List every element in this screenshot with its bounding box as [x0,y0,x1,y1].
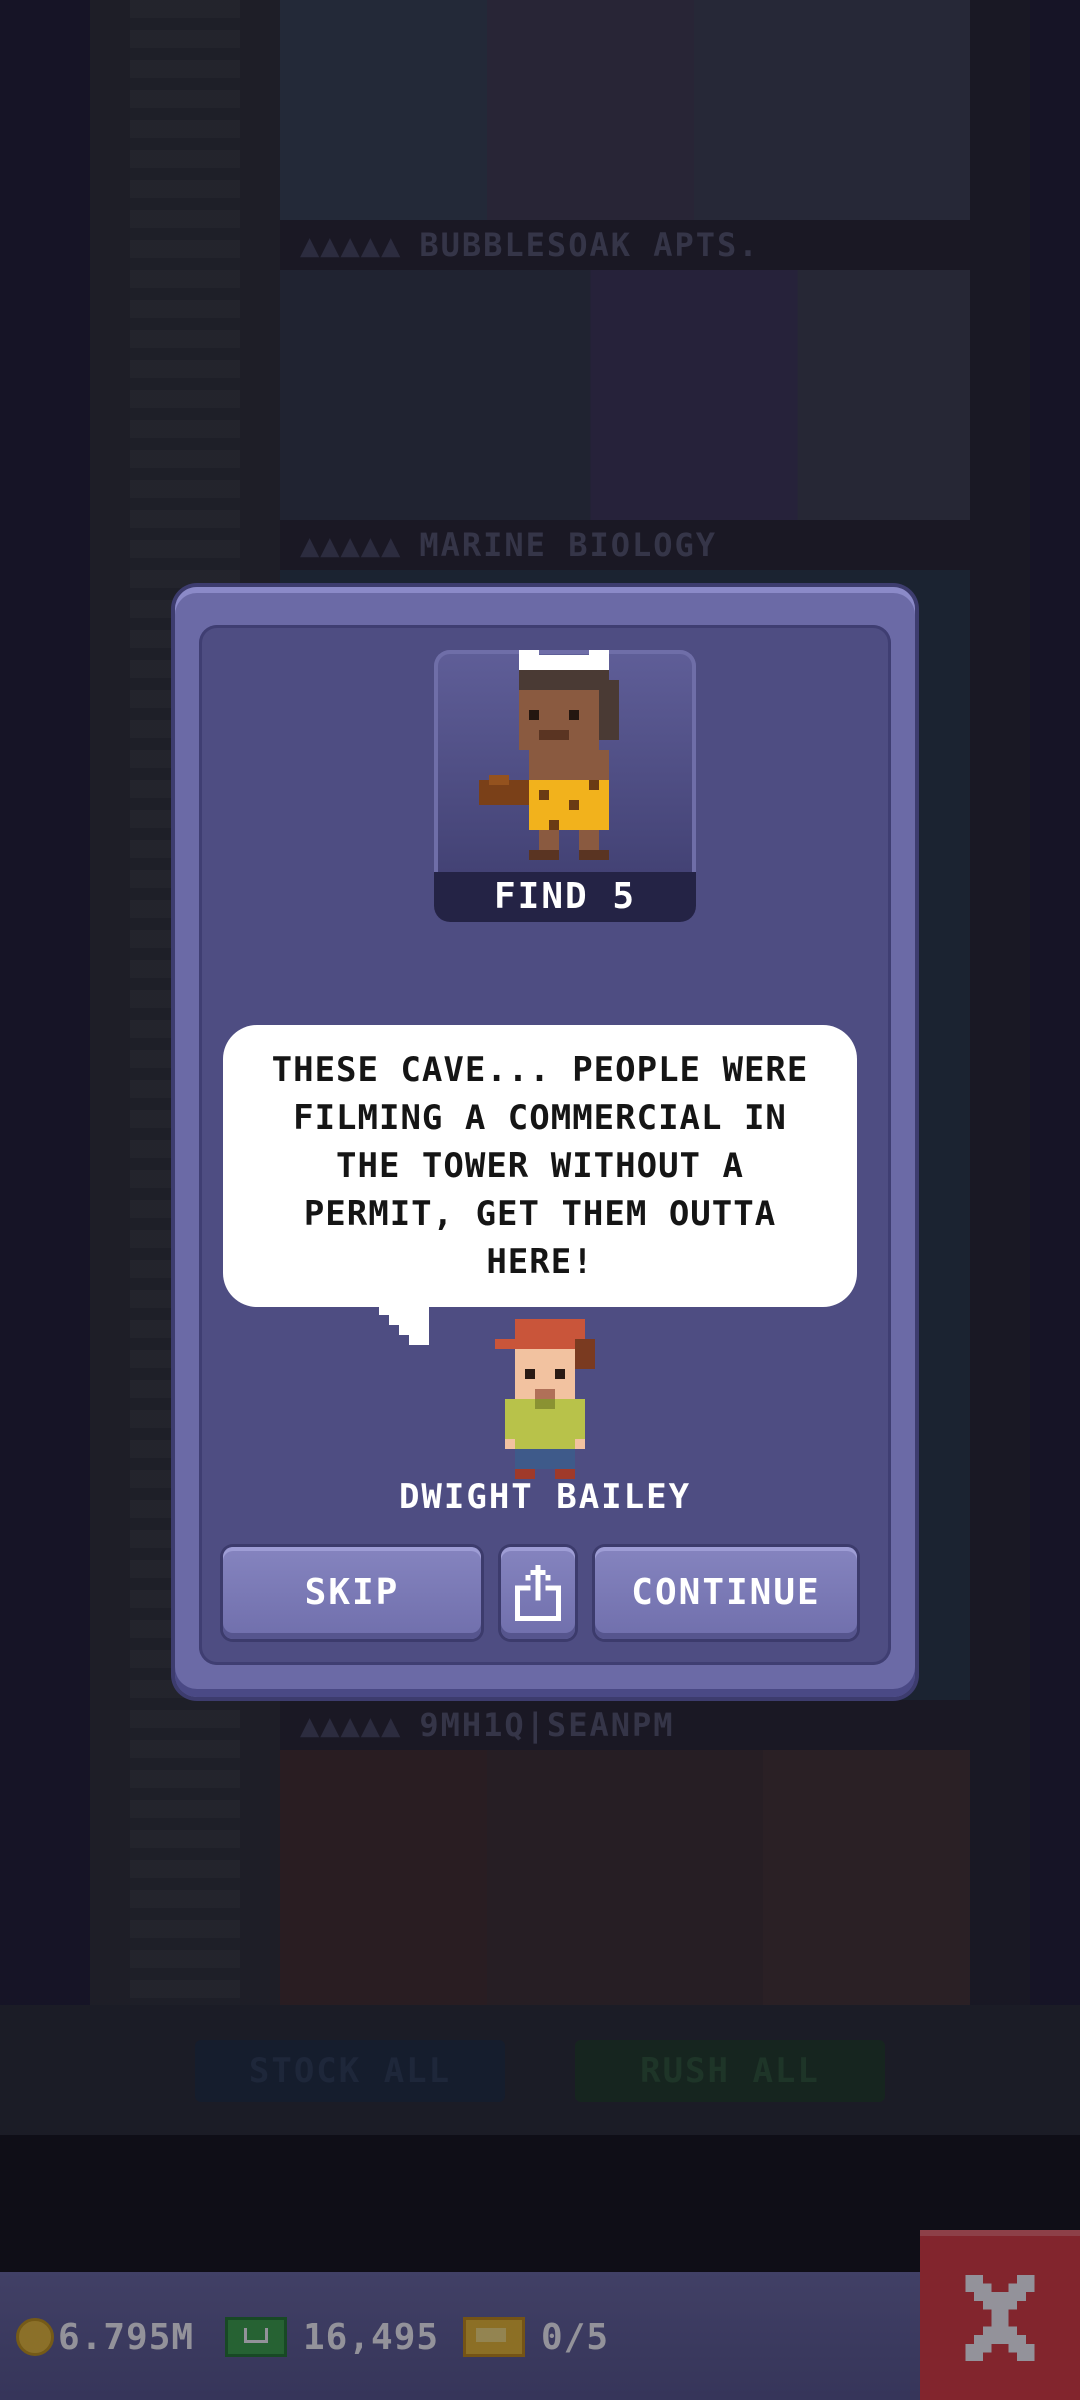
speech-bubble-tail [379,1305,429,1345]
speech-bubble: THESE CAVE... PEOPLE WERE FILMING A COMM… [223,1025,857,1307]
caveman-sprite [479,650,619,860]
mission-dialog: FIND 5 THESE CAVE... PEOPLE WERE FILMING… [175,587,915,1697]
mission-dialog-body: FIND 5 THESE CAVE... PEOPLE WERE FILMING… [199,625,891,1665]
continue-button[interactable]: CONTINUE [595,1547,857,1639]
npc-avatar [495,1319,595,1479]
skip-button[interactable]: SKIP [223,1547,481,1639]
npc-name: DWIGHT BAILEY [398,1477,692,1517]
share-icon [515,1565,561,1621]
target-portrait: FIND 5 [434,650,696,922]
mission-message: THESE CAVE... PEOPLE WERE FILMING A COMM… [271,1050,809,1282]
find-count-label: FIND 5 [434,872,696,922]
share-button[interactable] [501,1547,575,1639]
